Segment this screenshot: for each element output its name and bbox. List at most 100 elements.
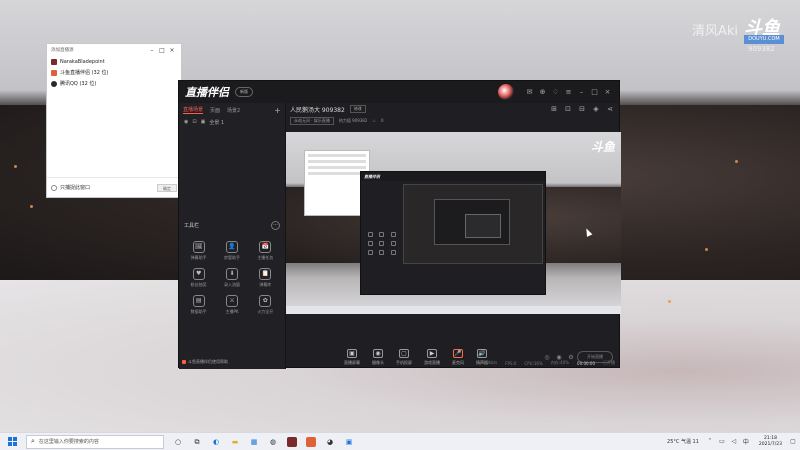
- close-icon[interactable]: ×: [167, 47, 177, 54]
- tool-label: 主播PK: [225, 309, 239, 314]
- ember-decoration: [14, 165, 17, 168]
- tool-icon: ♥: [192, 268, 205, 280]
- streamer-name: 清风Aki: [692, 24, 739, 39]
- ember-decoration: [735, 160, 738, 163]
- tools-title: 工具栏: [184, 223, 200, 229]
- message-icon[interactable]: ✉: [524, 88, 535, 96]
- edit-room-button[interactable]: 修改: [349, 105, 366, 113]
- edge-icon[interactable]: ◐: [211, 437, 221, 447]
- douyu-icon[interactable]: ◈: [589, 105, 603, 113]
- ember-decoration: [668, 300, 671, 303]
- fire-icon: ♨: [372, 118, 376, 123]
- qq-icon[interactable]: ◕: [325, 437, 335, 447]
- maximize-icon[interactable]: □: [589, 88, 600, 96]
- preview-tools: [365, 232, 399, 255]
- minimize-icon[interactable]: –: [576, 88, 587, 96]
- room-info-row: 永劫无间 · 娱乐直播 热力值 909382 ♨ 0: [286, 115, 621, 126]
- tool-label: 火力全开: [257, 309, 274, 314]
- source-item-label: 斗鱼直播伴侣 (32 位): [60, 70, 109, 76]
- menu-icon[interactable]: ≡: [563, 88, 574, 96]
- capture-only-label: 只捕捉此窗口: [60, 185, 91, 191]
- source-item[interactable]: NarakaBladepoint: [47, 56, 181, 67]
- windows-start-icon[interactable]: [8, 437, 17, 446]
- tool-item[interactable]: 🖼 弹幕助手: [182, 241, 215, 261]
- window-icon: ▣: [200, 119, 206, 125]
- tool-label: 房管助手: [223, 255, 240, 260]
- tool-item[interactable]: ▤ 数据助手: [182, 295, 215, 315]
- tool-label: 弹幕库: [259, 282, 272, 287]
- tool-item[interactable]: 📋 弹幕库: [249, 268, 282, 288]
- clock[interactable]: 21:18 2021/7/23: [759, 436, 782, 448]
- qq-icon: [51, 80, 57, 87]
- task-view-icon[interactable]: ⧉: [192, 437, 202, 447]
- stream-preview[interactable]: 直播伴侣 斗鱼: [286, 132, 621, 314]
- tool-label: 粉丝抽奖: [190, 282, 207, 287]
- douyu-companion-icon[interactable]: [306, 436, 316, 447]
- cpu-status: CPU:16%: [524, 360, 543, 366]
- source-item[interactable]: 腾讯QQ (32 位): [47, 78, 181, 89]
- preview-nested-window: [434, 199, 510, 245]
- gift-box-icon[interactable]: ⊞: [547, 105, 561, 113]
- tool-icon: ✿: [259, 295, 272, 307]
- preview-taskbar: [286, 306, 621, 314]
- file-explorer-icon[interactable]: ▬: [230, 437, 240, 447]
- weather-widget[interactable]: 25°C 气温 11: [667, 438, 699, 445]
- share-icon[interactable]: ⋖: [603, 105, 617, 113]
- more-icon[interactable]: ···: [271, 221, 280, 230]
- tab-live-scene[interactable]: 直播场景: [183, 106, 204, 114]
- tool-item[interactable]: 📅 主播任务: [249, 241, 282, 261]
- clock-date: 2021/7/23: [758, 441, 782, 447]
- photos-icon[interactable]: ▣: [344, 437, 354, 447]
- add-scene-icon[interactable]: +: [274, 106, 281, 115]
- tab-page[interactable]: 页面: [210, 107, 220, 114]
- capture-only-radio[interactable]: [51, 184, 57, 191]
- eye-icon[interactable]: ◉: [184, 119, 188, 125]
- tool-icon: 📋: [259, 268, 272, 280]
- help-link-label: 斗鱼直播伴侣使用帮助: [188, 359, 228, 364]
- version-badge[interactable]: 新版: [235, 87, 253, 97]
- close-icon[interactable]: ×: [602, 88, 613, 96]
- scene-tabs: 直播场景 页面 场景2 +: [179, 103, 285, 117]
- tool-icon: 👤: [225, 241, 238, 253]
- tool-icon: ▤: [192, 295, 205, 307]
- store-icon[interactable]: ▦: [249, 437, 259, 447]
- chevron-up-icon[interactable]: ˄: [705, 438, 715, 445]
- tool-item[interactable]: 👤 房管助手: [215, 241, 248, 261]
- minimize-icon[interactable]: –: [147, 47, 157, 54]
- fps-status: FPS:0: [505, 360, 517, 366]
- system-tray: 25°C 气温 11 ˄ ▭ ◁ 中 21:18 2021/7/23 ▢: [667, 436, 800, 448]
- room-category[interactable]: 永劫无间 · 娱乐直播: [290, 116, 334, 125]
- tool-item[interactable]: ✿ 火力全开: [249, 295, 282, 315]
- scene-source-row[interactable]: ◉ ⊡ ▣ 全景 1: [179, 117, 285, 127]
- tool-item[interactable]: ⚔ 主播PK: [215, 295, 248, 315]
- lock-icon[interactable]: ⊡: [561, 105, 575, 113]
- shirt-icon[interactable]: ♢: [550, 88, 561, 96]
- naraka-icon[interactable]: [287, 436, 297, 447]
- gift-icon[interactable]: ⊕: [537, 88, 548, 96]
- memory-status: 内存:40%: [550, 360, 570, 365]
- confirm-button[interactable]: 确定: [157, 183, 177, 192]
- tab-scene-2[interactable]: 场景2: [227, 107, 240, 114]
- notification-icon[interactable]: ▢: [788, 438, 798, 445]
- status-bar: 码率:0kb/s FPS:0 CPU:16% 内存:40% 00:00:00 已…: [286, 357, 621, 369]
- live-status: 已开播: [603, 360, 615, 365]
- help-link[interactable]: 斗鱼直播伴侣使用帮助: [182, 359, 228, 365]
- main-panel: 人民鹅汤大 909382 修改 ⊞ ⊡ ⊟ ◈ ⋖ 永劫无间 · 娱乐直播 热力…: [286, 103, 621, 369]
- lock-icon[interactable]: ⊡: [192, 119, 196, 125]
- grid-icon[interactable]: ⊟: [575, 105, 589, 113]
- tool-item[interactable]: ⬇ 录入流量: [215, 268, 248, 288]
- taskbar-search[interactable]: ⌕ 在这里输入你要搜索的内容: [26, 434, 164, 449]
- douyu-badge: DOUYU.COM: [744, 35, 784, 44]
- ime-icon[interactable]: 中: [741, 437, 751, 446]
- source-item-label: 腾讯QQ (32 位): [60, 81, 97, 87]
- source-item[interactable]: 斗鱼直播伴侣 (32 位): [47, 67, 181, 78]
- maximize-icon[interactable]: □: [157, 47, 167, 54]
- steam-icon[interactable]: ◍: [268, 437, 278, 447]
- cortana-icon[interactable]: ○: [173, 437, 183, 447]
- network-icon[interactable]: ▭: [717, 438, 727, 445]
- tool-item[interactable]: ♥ 粉丝抽奖: [182, 268, 215, 288]
- volume-icon[interactable]: ◁: [729, 438, 739, 445]
- source-window-footer: 只捕捉此窗口 确定: [47, 177, 181, 197]
- tool-label: 数据助手: [190, 309, 207, 314]
- avatar[interactable]: [498, 84, 514, 100]
